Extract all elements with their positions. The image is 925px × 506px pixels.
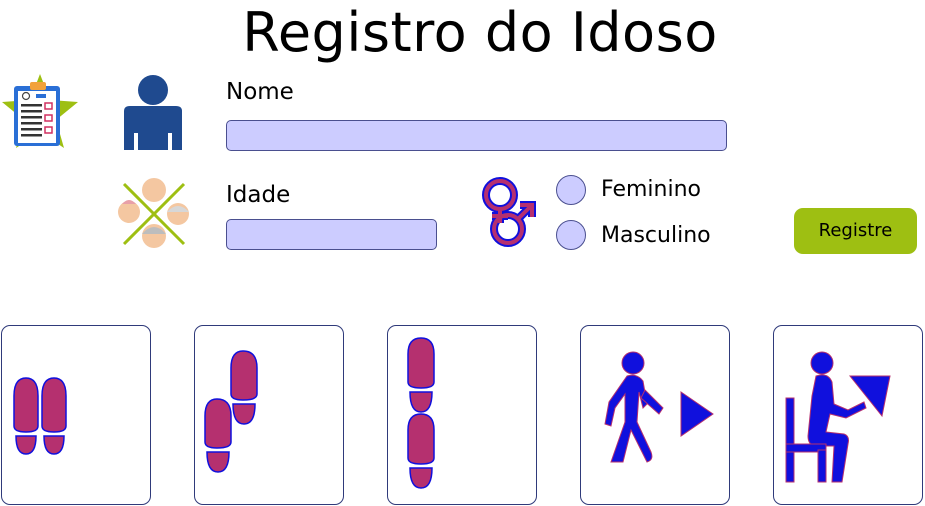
test-card-semi-tandem[interactable] (194, 325, 344, 505)
tandem-feet-icon (407, 337, 435, 489)
radio-feminino[interactable] (556, 175, 586, 205)
feet-together-icon (13, 377, 67, 455)
radio-masculino[interactable] (556, 220, 586, 250)
name-input[interactable] (226, 120, 727, 151)
sit-to-stand-icon (785, 351, 891, 483)
user-icon (118, 75, 188, 151)
walking-person-play-icon (604, 351, 714, 463)
test-card-tandem[interactable] (387, 325, 537, 505)
register-button[interactable]: Registre (794, 208, 917, 254)
clipboard-icon (0, 74, 82, 152)
test-card-sit-to-stand[interactable] (773, 325, 923, 505)
semi-tandem-feet-icon (204, 350, 258, 473)
gender-symbol-icon (472, 175, 540, 251)
name-label: Nome (226, 79, 294, 105)
age-input[interactable] (226, 219, 437, 250)
page-title: Registro do Idoso (242, 1, 718, 64)
test-card-feet-together[interactable] (1, 325, 151, 505)
age-label: Idade (226, 182, 291, 208)
radio-masculino-label: Masculino (601, 223, 711, 248)
radio-feminino-label: Feminino (601, 177, 701, 202)
test-card-walking[interactable] (580, 325, 730, 505)
age-group-icon (114, 174, 194, 252)
